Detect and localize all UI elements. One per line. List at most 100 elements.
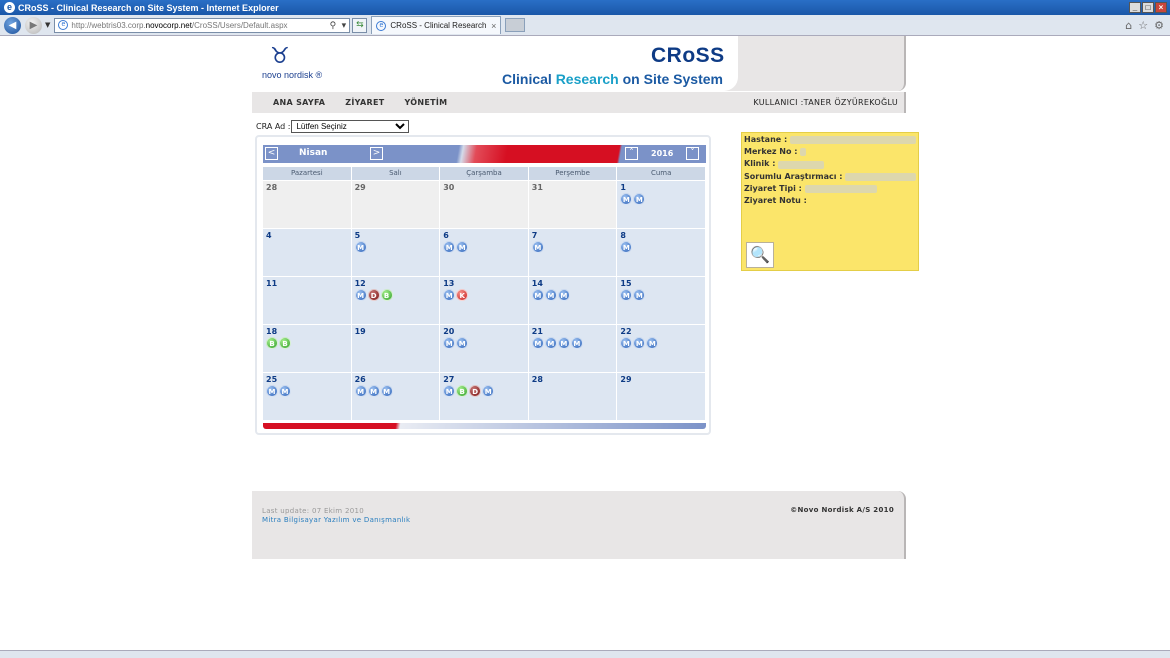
visit-badges: MM (620, 289, 702, 301)
visit-badge-icon[interactable]: M (620, 241, 633, 253)
browser-tab[interactable]: e CRoSS - Clinical Research on... × (371, 16, 502, 34)
calendar-day-cell[interactable]: 21 M M M M (528, 325, 618, 373)
visit-badge-icon[interactable]: M (443, 289, 456, 301)
visit-badge-icon[interactable]: M (443, 385, 456, 397)
visit-badge-icon[interactable]: M (531, 337, 544, 349)
calendar-day-cell[interactable]: 26 M M M (351, 373, 441, 421)
address-dropdown-icon[interactable]: ▾ (338, 19, 349, 32)
visit-badge-icon[interactable]: M (544, 337, 557, 349)
company-link[interactable]: Mitra Bilgisayar Yazılım ve Danışmanlık (262, 516, 410, 524)
calendar-day-cell[interactable]: 12 M D B (351, 277, 441, 325)
home-icon[interactable]: ⌂ (1125, 19, 1132, 32)
next-month-button[interactable]: > (370, 147, 383, 160)
maximize-button[interactable]: □ (1142, 2, 1154, 13)
visit-badge-icon[interactable]: M (354, 289, 367, 301)
calendar-day-cell[interactable]: 28 (263, 181, 352, 229)
refresh-button[interactable]: ⇆ (352, 17, 368, 33)
day-number: 28 (531, 375, 543, 384)
visit-badge-icon[interactable]: M (482, 385, 495, 397)
visit-badge-icon[interactable]: M (646, 337, 659, 349)
info-clinic-label: Klinik : (744, 159, 776, 169)
visit-badge-icon[interactable]: M (266, 385, 278, 397)
visit-badge-icon[interactable]: B (456, 385, 469, 397)
visit-badge-icon[interactable]: B (380, 289, 393, 301)
visit-badge-icon[interactable]: M (633, 289, 646, 301)
calendar-day-cell[interactable]: 11 (263, 277, 352, 325)
calendar-day-cell[interactable]: 5M (351, 229, 441, 277)
calendar-day-cell[interactable]: 20 M M (440, 325, 529, 373)
calendar-day-cell[interactable]: 27 M B D M (440, 373, 529, 421)
visit-badge-icon[interactable]: M (354, 385, 367, 397)
visit-badge-icon[interactable]: M (557, 337, 570, 349)
calendar-day-cell[interactable]: 25 M M (263, 373, 352, 421)
visit-badge-icon[interactable]: M (279, 385, 291, 397)
visit-badge-icon[interactable]: M (354, 241, 367, 253)
calendar-day-cell[interactable]: 14 M M M (528, 277, 618, 325)
forward-button[interactable]: ▶ (25, 16, 42, 34)
visit-badge-icon[interactable]: M (443, 337, 456, 349)
visit-badge-icon[interactable]: M (620, 289, 633, 301)
visit-badge-icon[interactable]: M (367, 385, 380, 397)
visit-badge-icon[interactable]: K (456, 289, 469, 301)
calendar-day-cell[interactable]: 15 M M (617, 277, 706, 325)
menu-home[interactable]: ANA SAYFA (273, 98, 325, 107)
calendar-day-cell[interactable]: 6MM (440, 229, 529, 277)
visit-badge-icon[interactable]: M (531, 241, 544, 253)
calendar-day-cell[interactable]: 4 (263, 229, 352, 277)
visit-badge-icon[interactable]: M (531, 289, 544, 301)
redacted-value (800, 148, 807, 157)
prev-year-button[interactable]: ˅ (686, 147, 699, 160)
info-visit-note: Ziyaret Notu : (744, 195, 916, 207)
calendar-search-icon[interactable]: 🔍 (746, 242, 774, 268)
brand-title: CRoSS (651, 44, 725, 67)
main-menu: ANA SAYFA ZİYARET YÖNETİM KULLANICI :TAN… (252, 92, 906, 113)
visit-badge-icon[interactable]: D (367, 289, 380, 301)
calendar-day-cell[interactable]: 18 B B (263, 325, 352, 373)
calendar-day-cell[interactable]: 8M (617, 229, 706, 277)
calendar-day-cell[interactable]: 28 (528, 373, 618, 421)
close-button[interactable]: × (1155, 2, 1167, 13)
calendar-day-cell[interactable]: 29 (617, 373, 706, 421)
tools-gear-icon[interactable]: ⚙ (1154, 19, 1164, 32)
search-icon[interactable]: ⚲ (327, 19, 338, 32)
calendar-day-cell[interactable]: 29 (351, 181, 441, 229)
visit-badge-icon[interactable]: D (469, 385, 482, 397)
back-button[interactable]: ◀ (4, 16, 21, 34)
menu-admin[interactable]: YÖNETİM (404, 98, 447, 107)
calendar-day-cell[interactable]: 31 (528, 181, 618, 229)
visit-badge-icon[interactable]: M (456, 337, 469, 349)
weekday-label: Çarşamba (440, 167, 529, 180)
day-number: 28 (266, 183, 278, 192)
cra-select[interactable]: Lütfen Seçiniz (291, 120, 410, 133)
visit-badge-icon[interactable]: M (557, 289, 570, 301)
history-dropdown-icon[interactable]: ▼ (45, 21, 50, 29)
visit-badge-icon[interactable]: M (570, 337, 583, 349)
visit-badge-icon[interactable]: M (620, 337, 633, 349)
address-bar[interactable]: e http://webtris03.corp. novocorp.net/Cro… (54, 17, 351, 33)
tab-close-icon[interactable]: × (491, 21, 496, 31)
visit-badge-icon[interactable]: M (633, 337, 646, 349)
visit-badge-icon[interactable]: M (380, 385, 393, 397)
visit-info-panel: Hastane : Merkez No : Klinik : Sorumlu A… (741, 132, 919, 271)
calendar-day-cell[interactable]: 30 (440, 181, 529, 229)
redacted-value (790, 136, 916, 145)
minimize-button[interactable]: _ (1129, 2, 1141, 13)
calendar-day-cell[interactable]: 22 M M M (617, 325, 706, 373)
prev-month-button[interactable]: < (265, 147, 278, 160)
visit-badge-icon[interactable]: B (279, 337, 291, 349)
calendar-day-cell[interactable]: 13 M K (440, 277, 529, 325)
new-tab-button[interactable] (505, 18, 526, 32)
visit-badge-icon[interactable]: M (633, 193, 646, 205)
menu-visit[interactable]: ZİYARET (345, 98, 384, 107)
visit-badge-icon[interactable]: M (456, 241, 469, 253)
visit-badge-icon[interactable]: M (544, 289, 557, 301)
weekday-label: Pazartesi (263, 167, 352, 180)
calendar-day-cell[interactable]: 7M (528, 229, 618, 277)
visit-badge-icon[interactable]: M (620, 193, 633, 205)
favorites-star-icon[interactable]: ☆ (1138, 19, 1148, 32)
calendar-day-cell[interactable]: 1MM (617, 181, 706, 229)
next-year-button[interactable]: ˄ (625, 147, 638, 160)
visit-badge-icon[interactable]: B (266, 337, 278, 349)
visit-badge-icon[interactable]: M (443, 241, 456, 253)
calendar-day-cell[interactable]: 19 (351, 325, 441, 373)
